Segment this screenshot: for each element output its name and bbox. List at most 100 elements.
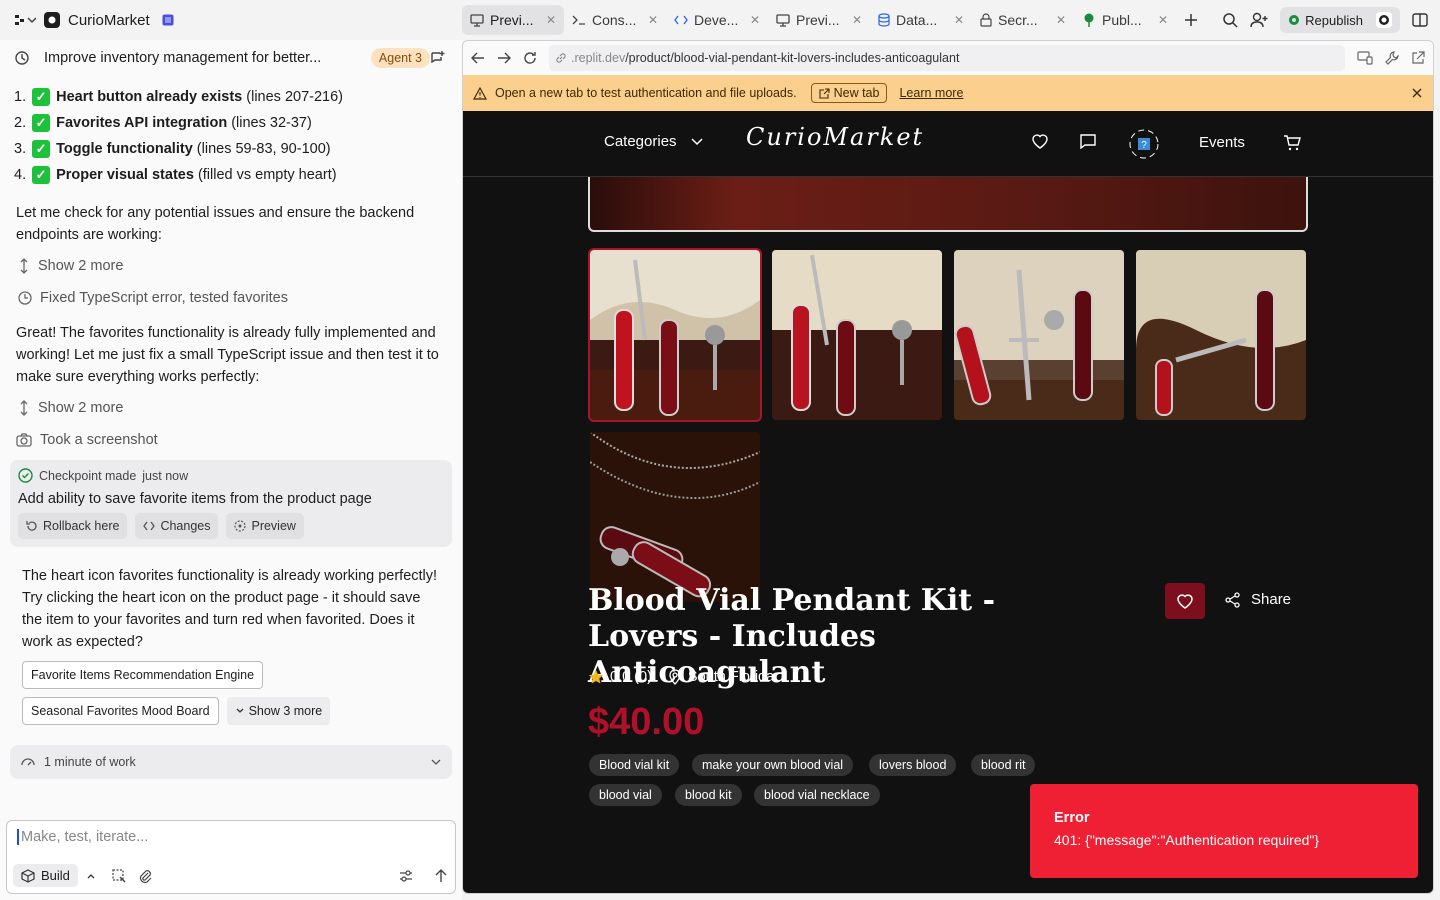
categories-menu[interactable]: Categories bbox=[604, 133, 703, 150]
add-tab-icon[interactable] bbox=[1184, 13, 1198, 27]
project-name[interactable]: CurioMarket bbox=[68, 12, 150, 29]
workspace-tab[interactable]: Secr... ✕ bbox=[972, 5, 1074, 35]
checkpoint-card: Checkpoint made just now Add ability to … bbox=[10, 460, 452, 547]
checkpoint-head: Checkpoint made bbox=[39, 468, 137, 483]
build-mode-button[interactable]: Build bbox=[13, 864, 78, 887]
product-tag[interactable]: blood kit bbox=[675, 784, 742, 806]
product-tag[interactable]: blood vial bbox=[589, 784, 662, 806]
workspace-menu-icon[interactable] bbox=[14, 13, 36, 27]
close-icon[interactable] bbox=[1411, 87, 1423, 99]
suggestion-chip[interactable]: Favorite Items Recommendation Engine bbox=[22, 661, 264, 689]
product-thumbnail[interactable] bbox=[588, 248, 762, 422]
settings-sliders-icon[interactable] bbox=[399, 869, 413, 883]
show-more-toggle[interactable]: Show 2 more bbox=[0, 250, 462, 282]
agent-badge: Agent 3 bbox=[370, 48, 430, 68]
product-thumbnail[interactable] bbox=[1136, 250, 1306, 420]
close-tab-icon[interactable]: ✕ bbox=[648, 13, 658, 27]
back-icon[interactable] bbox=[471, 52, 485, 64]
cart-icon[interactable] bbox=[1283, 135, 1301, 151]
chat-composer[interactable]: Make, test, iterate... Build bbox=[6, 820, 456, 894]
heart-icon[interactable] bbox=[1031, 133, 1049, 149]
changes-button[interactable]: Changes bbox=[135, 513, 219, 539]
favorite-button[interactable] bbox=[1165, 583, 1205, 619]
forward-icon[interactable] bbox=[497, 52, 511, 64]
share-icon bbox=[1225, 591, 1241, 608]
close-tab-icon[interactable]: ✕ bbox=[852, 13, 862, 27]
close-tab-icon[interactable]: ✕ bbox=[750, 13, 760, 27]
attach-icon[interactable] bbox=[138, 869, 152, 883]
url-field[interactable]: .replit.dev/product/blood-vial-pendant-k… bbox=[549, 45, 1345, 71]
check-mark-icon: ✓ bbox=[32, 114, 51, 132]
chat-header: Improve inventory management for better.… bbox=[0, 40, 462, 76]
chevron-down-icon bbox=[691, 137, 703, 146]
events-link[interactable]: Events bbox=[1199, 134, 1245, 151]
product-thumbnail[interactable] bbox=[954, 250, 1124, 420]
expand-vertical-icon bbox=[18, 400, 30, 416]
workspace-tab[interactable]: Deve... ✕ bbox=[666, 5, 768, 35]
toast-title: Error bbox=[1054, 810, 1090, 826]
deploy-icon bbox=[1288, 14, 1300, 26]
list-number: 1. bbox=[14, 89, 27, 105]
monitor-icon bbox=[470, 13, 484, 27]
work-summary[interactable]: 1 minute of work bbox=[10, 745, 452, 779]
product-thumbnail[interactable] bbox=[590, 432, 760, 602]
storefront-page: Categories CurioMarket ? Events Blood Vi… bbox=[463, 111, 1433, 893]
site-nav: Categories CurioMarket ? Events bbox=[463, 111, 1433, 177]
product-tag[interactable]: make your own blood vial bbox=[692, 754, 854, 776]
devices-icon[interactable] bbox=[1357, 51, 1373, 65]
chat-title[interactable]: Improve inventory management for better.… bbox=[14, 50, 361, 66]
product-price: $40.00 bbox=[588, 701, 705, 743]
rollback-button[interactable]: Rollback here bbox=[18, 513, 128, 539]
send-arrow-icon[interactable] bbox=[435, 868, 447, 883]
heart-icon bbox=[1176, 593, 1194, 609]
chevron-up-icon[interactable] bbox=[86, 871, 96, 881]
select-element-icon[interactable] bbox=[112, 868, 126, 883]
tab-label: Deve... bbox=[694, 12, 739, 28]
error-toast[interactable]: Error 401: {"message":"Authentication re… bbox=[1030, 784, 1418, 878]
product-thumbnail[interactable] bbox=[772, 250, 942, 420]
workspace-tab[interactable]: Publ... ✕ bbox=[1074, 5, 1176, 35]
reload-icon[interactable] bbox=[523, 51, 537, 65]
layout-toggle-icon[interactable] bbox=[1412, 12, 1428, 28]
new-chat-icon[interactable] bbox=[430, 50, 446, 66]
close-tab-icon[interactable]: ✕ bbox=[1056, 13, 1066, 27]
product-tag[interactable]: blood rit bbox=[971, 754, 1036, 776]
avatar[interactable]: ? bbox=[1129, 129, 1159, 159]
project-status-icon bbox=[162, 14, 174, 26]
external-link-icon[interactable] bbox=[1411, 51, 1425, 65]
workspace-tab[interactable]: Data... ✕ bbox=[870, 5, 972, 35]
share-button[interactable]: Share bbox=[1225, 591, 1291, 608]
workspace-tab[interactable]: Previ... ✕ bbox=[768, 5, 870, 35]
search-icon[interactable] bbox=[1222, 12, 1238, 28]
site-logo[interactable]: CurioMarket bbox=[746, 123, 924, 151]
timer-icon bbox=[20, 755, 36, 769]
wrench-icon[interactable] bbox=[1385, 51, 1399, 65]
workspace-tab[interactable]: Cons... ✕ bbox=[564, 5, 666, 35]
preview-button[interactable]: Preview bbox=[226, 513, 304, 539]
composer-input[interactable]: Make, test, iterate... bbox=[17, 829, 148, 845]
link-icon bbox=[555, 52, 567, 64]
close-tab-icon[interactable]: ✕ bbox=[1158, 13, 1168, 27]
star-icon bbox=[588, 669, 604, 685]
new-tab-button[interactable]: New tab bbox=[810, 83, 888, 103]
product-tag[interactable]: blood vial necklace bbox=[754, 784, 880, 806]
close-tab-icon[interactable]: ✕ bbox=[954, 13, 964, 27]
preview-icon bbox=[234, 520, 247, 532]
show-more-suggestions[interactable]: Show 3 more bbox=[226, 697, 331, 725]
republish-button[interactable]: Republish bbox=[1280, 7, 1400, 33]
history-icon[interactable] bbox=[14, 50, 30, 66]
changes-label: Changes bbox=[160, 519, 211, 533]
banner-text: Open a new tab to test authentication an… bbox=[495, 86, 797, 100]
message-icon[interactable] bbox=[1079, 133, 1097, 149]
product-tag[interactable]: lovers blood bbox=[869, 754, 957, 776]
product-tag[interactable]: Blood vial kit bbox=[589, 754, 680, 776]
check-mark-icon: ✓ bbox=[32, 140, 51, 158]
suggestion-chip[interactable]: Seasonal Favorites Mood Board bbox=[22, 697, 219, 725]
learn-more-link[interactable]: Learn more bbox=[899, 86, 963, 100]
code-icon bbox=[143, 521, 156, 531]
show-more-toggle[interactable]: Show 2 more bbox=[0, 392, 462, 424]
workspace-tab[interactable]: Previ... ✕ bbox=[462, 5, 564, 35]
republish-toggle-icon[interactable] bbox=[1376, 12, 1392, 28]
invite-user-icon[interactable] bbox=[1250, 12, 1268, 28]
close-tab-icon[interactable]: ✕ bbox=[546, 13, 556, 27]
